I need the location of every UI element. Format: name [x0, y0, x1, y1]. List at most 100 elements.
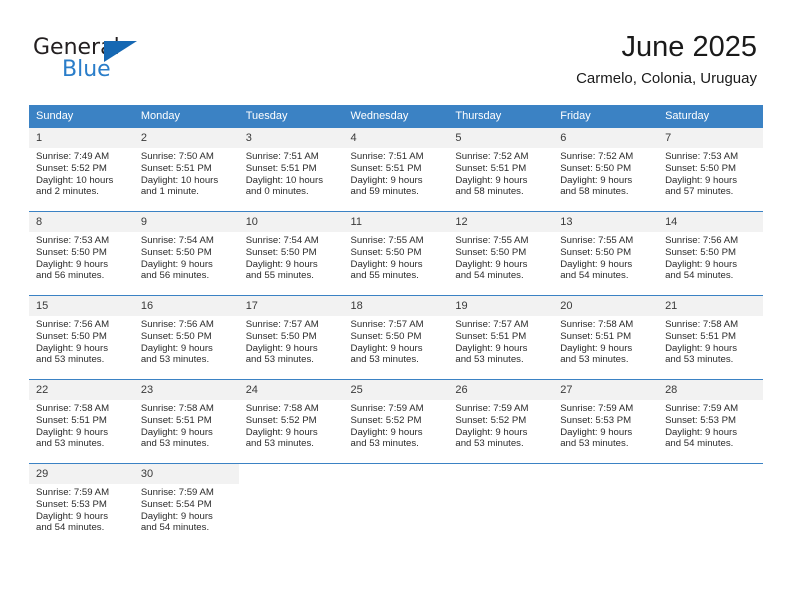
day-cell[interactable]: 9 Sunrise: 7:54 AM Sunset: 5:50 PM Dayli…	[133, 211, 239, 296]
sunrise-text: Sunrise: 7:49 AM	[36, 151, 110, 162]
daylight-text-line1: Daylight: 9 hours	[560, 342, 633, 354]
general-blue-logo[interactable]: General Blue	[33, 36, 143, 84]
sunrise-text: Sunrise: 7:59 AM	[350, 403, 424, 414]
day-info: Sunrise: 7:53 AM Sunset: 5:50 PM Dayligh…	[29, 232, 134, 282]
sunset-text: Sunset: 5:50 PM	[350, 330, 422, 342]
day-info: Sunrise: 7:54 AM Sunset: 5:50 PM Dayligh…	[134, 232, 239, 282]
day-number: 19	[448, 296, 554, 316]
day-info: Sunrise: 7:49 AM Sunset: 5:52 PM Dayligh…	[29, 148, 134, 198]
sunset-text: Sunset: 5:51 PM	[245, 162, 317, 174]
calendar-table: Sunday Monday Tuesday Wednesday Thursday…	[29, 105, 763, 547]
day-number: 3	[238, 128, 344, 148]
daylight-text-line2: and 53 minutes.	[665, 354, 734, 366]
day-cell[interactable]: 5 Sunrise: 7:52 AM Sunset: 5:51 PM Dayli…	[448, 127, 554, 212]
title-block: June 2025 Carmelo, Colonia, Uruguay	[576, 30, 757, 88]
day-cell[interactable]: 22 Sunrise: 7:58 AM Sunset: 5:51 PM Dayl…	[29, 379, 134, 464]
day-cell[interactable]: 27 Sunrise: 7:59 AM Sunset: 5:53 PM Dayl…	[553, 379, 659, 464]
day-info: Sunrise: 7:58 AM Sunset: 5:51 PM Dayligh…	[553, 316, 658, 366]
daylight-text-line1: Daylight: 9 hours	[350, 258, 423, 270]
day-cell[interactable]: 8 Sunrise: 7:53 AM Sunset: 5:50 PM Dayli…	[29, 211, 134, 296]
daylight-text-line2: and 53 minutes.	[140, 438, 210, 450]
daylight-text-line2: and 53 minutes.	[36, 438, 105, 450]
day-info: Sunrise: 7:55 AM Sunset: 5:50 PM Dayligh…	[344, 232, 449, 282]
day-number: 17	[238, 296, 344, 316]
day-cell[interactable]: 10 Sunrise: 7:54 AM Sunset: 5:50 PM Dayl…	[238, 211, 344, 296]
day-number: 12	[448, 212, 554, 232]
sunrise-text: Sunrise: 7:56 AM	[36, 319, 110, 330]
page-subtitle-location: Carmelo, Colonia, Uruguay	[576, 70, 757, 87]
sunrise-text: Sunrise: 7:59 AM	[140, 487, 214, 498]
sunrise-text: Sunrise: 7:58 AM	[245, 403, 319, 414]
sunset-text: Sunset: 5:50 PM	[665, 162, 736, 174]
sunset-text: Sunset: 5:53 PM	[665, 414, 736, 426]
day-cell[interactable]: 11 Sunrise: 7:55 AM Sunset: 5:50 PM Dayl…	[343, 211, 449, 296]
daylight-text-line2: and 56 minutes.	[36, 270, 105, 282]
sunrise-text: Sunrise: 7:59 AM	[455, 403, 529, 414]
daylight-text-line2: and 53 minutes.	[140, 354, 210, 366]
daylight-text-line2: and 54 minutes.	[665, 270, 734, 282]
day-cell[interactable]: 4 Sunrise: 7:51 AM Sunset: 5:51 PM Dayli…	[343, 127, 449, 212]
daylight-text-line1: Daylight: 9 hours	[560, 174, 633, 186]
daylight-text-line1: Daylight: 9 hours	[455, 342, 528, 354]
day-cell[interactable]: 29 Sunrise: 7:59 AM Sunset: 5:53 PM Dayl…	[29, 463, 134, 547]
sunrise-text: Sunrise: 7:52 AM	[455, 151, 529, 162]
day-info: Sunrise: 7:59 AM Sunset: 5:53 PM Dayligh…	[29, 484, 134, 534]
day-cell[interactable]: 6 Sunrise: 7:52 AM Sunset: 5:50 PM Dayli…	[553, 127, 659, 212]
day-number: 5	[448, 128, 554, 148]
day-number: 11	[343, 212, 449, 232]
sunset-text: Sunset: 5:52 PM	[350, 414, 422, 426]
day-cell[interactable]: 1 Sunrise: 7:49 AM Sunset: 5:52 PM Dayli…	[29, 127, 134, 212]
day-number: 2	[133, 128, 239, 148]
day-info: Sunrise: 7:51 AM Sunset: 5:51 PM Dayligh…	[239, 148, 344, 198]
day-cell[interactable]: 25 Sunrise: 7:59 AM Sunset: 5:52 PM Dayl…	[343, 379, 449, 464]
day-number: 7	[658, 128, 763, 148]
calendar-week-row: 8 Sunrise: 7:53 AM Sunset: 5:50 PM Dayli…	[29, 211, 763, 296]
sunset-text: Sunset: 5:50 PM	[245, 246, 317, 258]
sunset-text: Sunset: 5:54 PM	[140, 498, 212, 510]
day-cell[interactable]: 26 Sunrise: 7:59 AM Sunset: 5:52 PM Dayl…	[448, 379, 554, 464]
daylight-text-line1: Daylight: 10 hours	[245, 174, 324, 186]
day-cell[interactable]: 12 Sunrise: 7:55 AM Sunset: 5:50 PM Dayl…	[448, 211, 554, 296]
sunset-text: Sunset: 5:51 PM	[140, 162, 212, 174]
day-number: 18	[343, 296, 449, 316]
day-cell-empty	[553, 463, 659, 547]
sunrise-text: Sunrise: 7:57 AM	[455, 319, 529, 330]
day-cell[interactable]: 18 Sunrise: 7:57 AM Sunset: 5:50 PM Dayl…	[343, 295, 449, 380]
sunset-text: Sunset: 5:50 PM	[140, 246, 212, 258]
sunset-text: Sunset: 5:53 PM	[36, 498, 107, 510]
day-info: Sunrise: 7:53 AM Sunset: 5:50 PM Dayligh…	[658, 148, 763, 198]
daylight-text-line1: Daylight: 9 hours	[665, 342, 738, 354]
day-number: 22	[29, 380, 134, 400]
daylight-text-line1: Daylight: 9 hours	[36, 342, 108, 354]
day-cell[interactable]: 15 Sunrise: 7:56 AM Sunset: 5:50 PM Dayl…	[29, 295, 134, 380]
day-cell[interactable]: 24 Sunrise: 7:58 AM Sunset: 5:52 PM Dayl…	[238, 379, 344, 464]
day-cell[interactable]: 13 Sunrise: 7:55 AM Sunset: 5:50 PM Dayl…	[553, 211, 659, 296]
day-info: Sunrise: 7:59 AM Sunset: 5:53 PM Dayligh…	[553, 400, 658, 450]
day-cell[interactable]: 2 Sunrise: 7:50 AM Sunset: 5:51 PM Dayli…	[133, 127, 239, 212]
day-cell[interactable]: 28 Sunrise: 7:59 AM Sunset: 5:53 PM Dayl…	[658, 379, 763, 464]
day-cell[interactable]: 3 Sunrise: 7:51 AM Sunset: 5:51 PM Dayli…	[238, 127, 344, 212]
sunset-text: Sunset: 5:50 PM	[140, 330, 212, 342]
daylight-text-line2: and 54 minutes.	[665, 438, 734, 450]
day-number: 14	[658, 212, 763, 232]
day-cell[interactable]: 7 Sunrise: 7:53 AM Sunset: 5:50 PM Dayli…	[658, 127, 763, 212]
day-cell[interactable]: 14 Sunrise: 7:56 AM Sunset: 5:50 PM Dayl…	[658, 211, 763, 296]
weekday-header-sunday: Sunday	[29, 105, 134, 128]
day-number: 6	[553, 128, 659, 148]
sunrise-text: Sunrise: 7:54 AM	[140, 235, 214, 246]
day-cell[interactable]: 17 Sunrise: 7:57 AM Sunset: 5:50 PM Dayl…	[238, 295, 344, 380]
day-number: 8	[29, 212, 134, 232]
day-cell[interactable]: 16 Sunrise: 7:56 AM Sunset: 5:50 PM Dayl…	[133, 295, 239, 380]
day-info: Sunrise: 7:57 AM Sunset: 5:50 PM Dayligh…	[344, 316, 449, 366]
day-info: Sunrise: 7:57 AM Sunset: 5:51 PM Dayligh…	[448, 316, 553, 366]
day-cell[interactable]: 30 Sunrise: 7:59 AM Sunset: 5:54 PM Dayl…	[133, 463, 239, 547]
daylight-text-line1: Daylight: 9 hours	[140, 510, 213, 522]
sunset-text: Sunset: 5:51 PM	[665, 330, 736, 342]
day-cell[interactable]: 23 Sunrise: 7:58 AM Sunset: 5:51 PM Dayl…	[133, 379, 239, 464]
daylight-text-line1: Daylight: 9 hours	[665, 258, 738, 270]
day-cell[interactable]: 19 Sunrise: 7:57 AM Sunset: 5:51 PM Dayl…	[448, 295, 554, 380]
day-cell[interactable]: 20 Sunrise: 7:58 AM Sunset: 5:51 PM Dayl…	[553, 295, 659, 380]
day-number	[448, 464, 554, 484]
weekday-header-saturday: Saturday	[658, 105, 763, 128]
day-cell[interactable]: 21 Sunrise: 7:58 AM Sunset: 5:51 PM Dayl…	[658, 295, 763, 380]
